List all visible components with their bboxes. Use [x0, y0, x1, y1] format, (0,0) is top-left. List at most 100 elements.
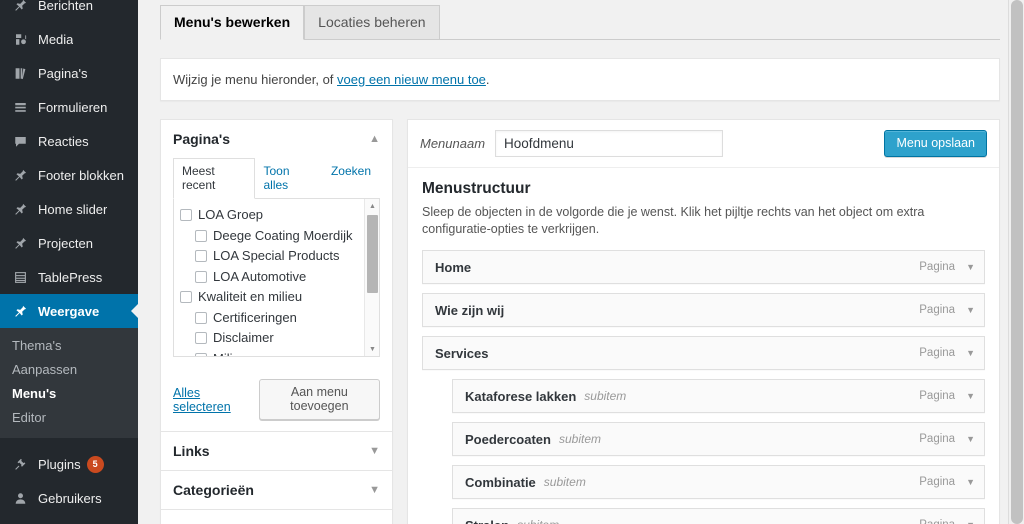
chevron-down-icon[interactable]: ▼	[966, 520, 975, 524]
sidebar-subitem-editor[interactable]: Editor	[0, 406, 138, 430]
sidebar-item-reacties[interactable]: Reacties	[0, 124, 138, 158]
page-checkbox[interactable]	[180, 209, 192, 222]
sidebar-item-berichten[interactable]: Berichten	[0, 0, 138, 22]
chevron-down-icon[interactable]: ▼	[369, 445, 380, 457]
page-list-item[interactable]: Disclaimer	[174, 328, 379, 349]
page-list-scrollbar[interactable]: ▲ ▼	[364, 199, 379, 356]
menu-item-title: Home	[435, 259, 472, 275]
menu-item-type: Pagina	[919, 519, 955, 524]
page-list-item[interactable]: LOA Special Products	[174, 246, 379, 267]
page-label: LOA Special Products	[213, 248, 340, 264]
tab-locaties-beheren[interactable]: Locaties beheren	[304, 5, 440, 40]
page-tab-zoeken[interactable]: Zoeken	[322, 158, 380, 199]
scrollbar-thumb[interactable]	[367, 215, 378, 293]
chevron-up-icon[interactable]: ▲	[369, 133, 380, 145]
page-checkbox[interactable]	[195, 311, 207, 324]
page-checkbox[interactable]	[195, 332, 207, 345]
sidebar-subitem-thema-s[interactable]: Thema's	[0, 334, 138, 358]
chevron-down-icon[interactable]: ▼	[966, 348, 975, 358]
chevron-down-icon[interactable]: ▼	[966, 434, 975, 444]
sidebar-item-home-slider[interactable]: Home slider	[0, 192, 138, 226]
accordion-formidable-labels-header[interactable]: Formidable labels▼	[161, 510, 392, 524]
menu-item-home[interactable]: Home Pagina ▼	[422, 250, 985, 284]
page-tab-meest-recent[interactable]: Meest recent	[173, 158, 255, 199]
sidebar-item-label: Weergave	[38, 303, 100, 319]
page-checkbox[interactable]	[195, 352, 207, 356]
page-label: LOA Automotive	[213, 268, 307, 284]
page-checkbox[interactable]	[195, 229, 207, 242]
sidebar-item-label: Berichten	[38, 0, 93, 13]
page-checkbox[interactable]	[195, 250, 207, 263]
sidebar-subitem-menu-s[interactable]: Menu's	[0, 382, 138, 406]
sidebar-item-footer-blokken[interactable]: Footer blokken	[0, 158, 138, 192]
scroll-down-icon[interactable]: ▼	[365, 342, 379, 356]
chevron-down-icon[interactable]: ▼	[966, 262, 975, 272]
accordion-categorie-n-header[interactable]: Categorieën ▼	[161, 471, 392, 509]
scrollbar-thumb[interactable]	[1011, 0, 1023, 524]
chevron-down-icon[interactable]: ▼	[369, 484, 380, 496]
sidebar-subitem-aanpassen[interactable]: Aanpassen	[0, 358, 138, 382]
scroll-up-icon[interactable]: ▲	[365, 199, 379, 213]
admin-sidebar: Berichten Media Pagina's Formulieren Reactie…	[0, 0, 138, 524]
accordion-pages-header[interactable]: Pagina's ▲	[161, 120, 392, 158]
chevron-down-icon[interactable]: ▼	[966, 391, 975, 401]
chevron-down-icon[interactable]: ▼	[966, 477, 975, 487]
sidebar-item-media[interactable]: Media	[0, 22, 138, 56]
sidebar-nav-list: Berichten Media Pagina's Formulieren Reactie…	[0, 0, 138, 524]
menu-item-type: Pagina	[919, 347, 956, 359]
menu-edit-panel: Menunaam Menu opslaan Menustructuur Slee…	[407, 119, 1000, 524]
menu-item-row: Stralen subitem Pagina ▼	[452, 508, 985, 524]
page-scrollbar[interactable]	[1008, 0, 1024, 524]
sidebar-item-tablepress[interactable]: TablePress	[0, 260, 138, 294]
menu-name-label: Menunaam	[420, 136, 486, 151]
main-content: Menu's bewerken Locaties beheren Wijzig j…	[138, 0, 1024, 524]
menu-item-poedercoaten[interactable]: Poedercoaten subitem Pagina ▼	[452, 422, 985, 456]
menu-item-title: Services	[435, 345, 489, 361]
sidebar-item-label: Formulieren	[38, 99, 108, 115]
add-to-menu-button[interactable]: Aan menu toevoegen	[258, 379, 380, 420]
select-all-link[interactable]: Alles selecteren	[173, 386, 247, 414]
page-list-item[interactable]: Milieu	[174, 349, 379, 356]
menu-structure-description: Sleep de objecten in de volgorde die je …	[422, 205, 925, 236]
chevron-down-icon[interactable]: ▼	[966, 305, 975, 315]
page-checkbox[interactable]	[195, 270, 207, 283]
page-list-item[interactable]: LOA Automotive	[174, 267, 379, 288]
sidebar-item-plugins[interactable]: Plugins 5	[0, 447, 138, 481]
admin-page: Berichten Media Pagina's Formulieren Reactie…	[0, 0, 1024, 524]
page-checkbox-list: LOA Groep Deege Coating Moerdijk LOA Speci…	[173, 199, 380, 357]
sidebar-item-projecten[interactable]: Projecten	[0, 226, 138, 260]
menu-item-kataforese-lakken[interactable]: Kataforese lakken subitem Pagina ▼	[452, 379, 985, 413]
accordion-pages: Pagina's ▲ Meest recent Toon alles Zoeken …	[160, 119, 393, 431]
tab-menu-s-bewerken[interactable]: Menu's bewerken	[160, 5, 305, 40]
sidebar-item-label: Plugins	[38, 456, 81, 472]
pages-icon	[10, 63, 30, 83]
accordion-links-header[interactable]: Links ▼	[161, 432, 392, 470]
menu-item-subitem-label: subitem	[543, 475, 586, 489]
page-checkbox[interactable]	[180, 291, 192, 304]
sidebar-item-gebruikers[interactable]: Gebruikers	[0, 481, 138, 515]
page-list-item[interactable]: LOA Groep	[174, 205, 379, 226]
menu-item-title: Wie zijn wij	[435, 302, 505, 318]
sidebar-item-formulieren[interactable]: Formulieren	[0, 90, 138, 124]
menu-item-title: Combinatie	[465, 474, 536, 490]
save-menu-button[interactable]: Menu opslaan	[884, 130, 987, 157]
page-label: Kwaliteit en milieu	[198, 289, 303, 305]
page-tab-toon-alles[interactable]: Toon alles	[255, 158, 322, 199]
page-label: Deege Coating Moerdijk	[213, 227, 353, 243]
menu-item-wie-zijn-wij[interactable]: Wie zijn wij Pagina ▼	[422, 293, 985, 327]
menu-item-type: Pagina	[919, 390, 956, 402]
menu-item-row: Home Pagina ▼	[422, 250, 985, 284]
sidebar-item-pagina-s[interactable]: Pagina's	[0, 56, 138, 90]
menu-item-services[interactable]: Services Pagina ▼	[422, 336, 985, 370]
sidebar-item-extra[interactable]: Extra	[0, 515, 138, 524]
menu-item-type: Pagina	[919, 304, 956, 316]
menu-item-stralen[interactable]: Stralen subitem Pagina ▼	[452, 508, 985, 524]
sidebar-item-label: Pagina's	[38, 65, 88, 81]
menu-item-combinatie[interactable]: Combinatie subitem Pagina ▼	[452, 465, 985, 499]
add-new-menu-link[interactable]: voeg een nieuw menu toe	[337, 72, 486, 87]
page-list-item[interactable]: Deege Coating Moerdijk	[174, 226, 379, 247]
page-list-item[interactable]: Certificeringen	[174, 308, 379, 329]
menu-name-input[interactable]	[495, 130, 724, 157]
page-list-item[interactable]: Kwaliteit en milieu	[174, 287, 379, 308]
sidebar-item-weergave[interactable]: Weergave	[0, 294, 138, 328]
